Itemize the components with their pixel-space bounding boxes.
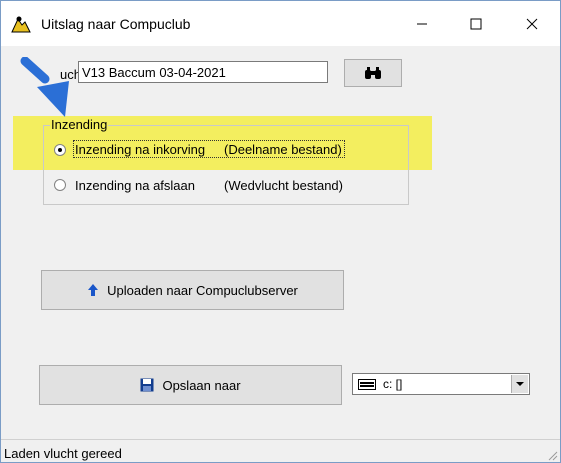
drive-select[interactable]: c: []	[352, 373, 530, 395]
option-afslaan-detail[interactable]: (Wedvlucht bestand)	[224, 178, 343, 193]
option-inkorving-label[interactable]: Inzending na inkorving	[75, 142, 205, 157]
inzending-groupbox	[43, 125, 409, 205]
chevron-down-icon	[516, 381, 524, 386]
close-button[interactable]	[509, 1, 555, 46]
save-button-label: Opslaan naar	[162, 377, 241, 393]
radio-inkorving[interactable]	[54, 144, 66, 156]
minimize-button[interactable]	[399, 1, 445, 46]
save-button[interactable]: Opslaan naar	[39, 365, 342, 405]
floppy-disk-icon	[140, 378, 154, 392]
option-inkorving-detail[interactable]: (Deelname bestand)	[224, 142, 342, 157]
option-afslaan-label[interactable]: Inzending na afslaan	[75, 178, 195, 193]
maximize-icon	[470, 18, 482, 29]
drive-select-value: c: []	[383, 377, 403, 391]
resize-grip-icon[interactable]	[546, 449, 558, 461]
maximize-button[interactable]	[453, 1, 499, 46]
vlucht-input[interactable]	[78, 61, 328, 83]
main-window: Uitslag naar Compuclub ucht Inzending In…	[0, 0, 561, 463]
upload-button-label: Uploaden naar Compuclubserver	[107, 282, 298, 298]
title-bar[interactable]: Uitslag naar Compuclub	[1, 1, 560, 46]
close-icon	[526, 18, 538, 29]
minimize-icon	[417, 23, 427, 24]
annotation-arrow-icon	[20, 57, 69, 117]
status-bar: Laden vlucht gereed	[1, 439, 560, 462]
radio-afslaan[interactable]	[54, 179, 66, 191]
app-icon	[11, 16, 31, 33]
upload-arrow-icon	[88, 284, 99, 296]
upload-button[interactable]: Uploaden naar Compuclubserver	[41, 270, 344, 310]
window-title: Uitslag naar Compuclub	[41, 16, 191, 32]
search-button[interactable]	[344, 59, 402, 87]
status-text: Laden vlucht gereed	[4, 446, 122, 461]
binoculars-icon	[365, 67, 381, 79]
drive-icon	[358, 379, 376, 390]
drive-dropdown-button[interactable]	[511, 375, 528, 393]
